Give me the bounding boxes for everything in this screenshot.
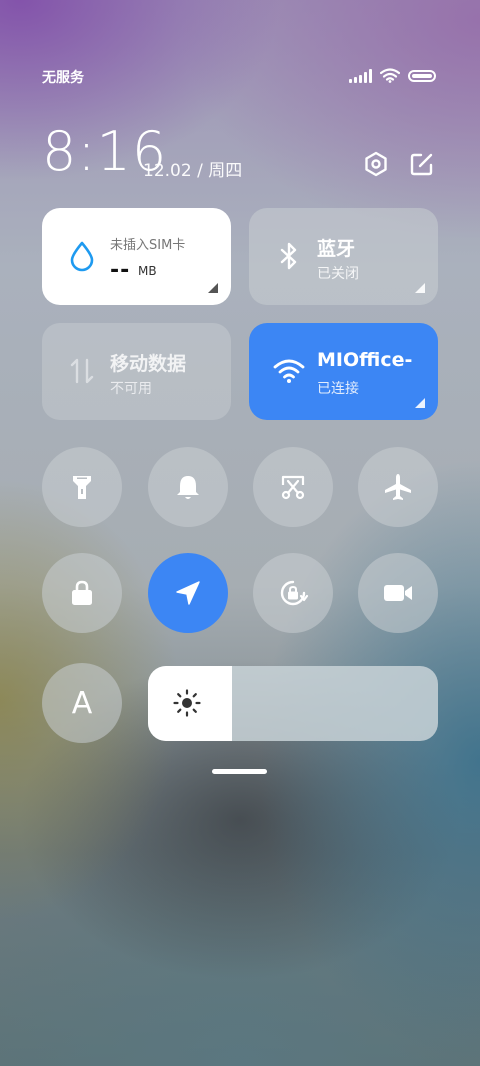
data-usage-label: 未插入SIM卡 <box>110 238 186 253</box>
flashlight-toggle[interactable] <box>42 447 122 527</box>
drag-handle[interactable] <box>212 769 267 774</box>
battery-fill <box>412 73 432 78</box>
rotation-lock-toggle[interactable] <box>253 553 333 633</box>
expand-corner-icon <box>415 283 425 293</box>
lock-toggle[interactable] <box>42 553 122 633</box>
water-drop-icon <box>66 240 98 272</box>
edit-icon <box>410 153 433 176</box>
bluetooth-title: 蓝牙 <box>317 238 356 260</box>
expand-corner-icon <box>415 398 425 408</box>
data-arrows-icon <box>66 355 98 387</box>
brightness-slider[interactable] <box>148 666 438 741</box>
data-usage-tile[interactable]: 未插入SIM卡 -- MB <box>42 208 231 305</box>
auto-brightness-label: A <box>71 685 93 721</box>
wifi-tile[interactable]: MIOffice- 已连接 <box>249 323 438 420</box>
video-camera-icon <box>384 585 412 601</box>
status-bar: 无服务 <box>0 62 480 90</box>
location-arrow-icon <box>176 581 200 605</box>
wifi-status: 已连接 <box>317 381 359 397</box>
edit-button[interactable] <box>408 150 436 178</box>
sun-icon <box>173 689 201 717</box>
wifi-icon <box>380 68 400 83</box>
expand-corner-icon <box>208 283 218 293</box>
settings-icon <box>365 151 387 177</box>
data-usage-unit: MB <box>138 264 157 278</box>
rotation-lock-icon <box>280 580 309 606</box>
data-usage-value: -- <box>110 258 131 283</box>
carrier-label: 无服务 <box>42 70 84 86</box>
auto-brightness-button[interactable]: A <box>42 663 122 743</box>
mobile-data-tile[interactable]: 移动数据 不可用 <box>42 323 231 420</box>
lock-icon <box>72 580 92 605</box>
airplane-toggle[interactable] <box>358 447 438 527</box>
bluetooth-status: 已关闭 <box>317 266 359 282</box>
battery-icon <box>408 69 436 82</box>
flashlight-icon <box>73 476 91 499</box>
bluetooth-icon <box>273 240 305 272</box>
signal-icon <box>349 68 372 83</box>
location-toggle[interactable] <box>148 553 228 633</box>
settings-button[interactable] <box>362 150 390 178</box>
mobile-data-title: 移动数据 <box>110 353 187 375</box>
wifi-icon <box>273 355 305 387</box>
wifi-network-name: MIOffice- <box>317 349 413 371</box>
bluetooth-tile[interactable]: 蓝牙 已关闭 <box>249 208 438 305</box>
screen-record-toggle[interactable] <box>358 553 438 633</box>
ringer-toggle[interactable] <box>148 447 228 527</box>
scissors-icon <box>281 475 305 500</box>
bell-icon <box>177 476 199 499</box>
screenshot-toggle[interactable] <box>253 447 333 527</box>
date: 12.02 / 周四 <box>143 161 243 181</box>
mobile-data-status: 不可用 <box>110 381 152 397</box>
status-icons <box>349 68 436 83</box>
airplane-icon <box>385 474 411 500</box>
